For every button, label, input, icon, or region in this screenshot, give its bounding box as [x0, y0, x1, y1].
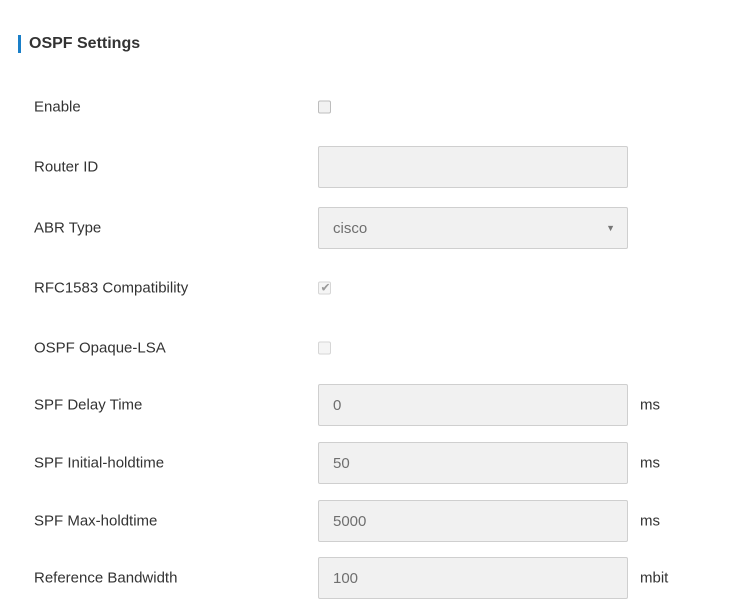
abr-type-row: ABR Type cisco ▼: [0, 207, 753, 249]
spf-delay-label: SPF Delay Time: [34, 396, 143, 414]
opaque-lsa-label: OSPF Opaque-LSA: [34, 339, 166, 357]
reference-bandwidth-row: Reference Bandwidth 100 mbit: [0, 557, 753, 599]
spf-max-holdtime-unit: ms: [640, 512, 660, 530]
check-icon: ✔: [320, 280, 331, 295]
spf-initial-holdtime-unit: ms: [640, 454, 660, 472]
chevron-down-icon: ▼: [606, 223, 615, 233]
opaque-lsa-row: OSPF Opaque-LSA: [0, 328, 753, 368]
spf-delay-unit: ms: [640, 396, 660, 414]
spf-max-holdtime-label: SPF Max-holdtime: [34, 512, 158, 530]
enable-checkbox[interactable]: [318, 100, 331, 114]
router-id-input[interactable]: [318, 146, 628, 188]
abr-type-selected-value: cisco: [333, 219, 368, 237]
rfc1583-row: RFC1583 Compatibility ✔: [0, 268, 753, 308]
router-id-row: Router ID: [0, 146, 753, 188]
abr-type-select[interactable]: cisco ▼: [318, 207, 628, 249]
spf-delay-row: SPF Delay Time 0 ms: [0, 384, 753, 426]
spf-initial-holdtime-label: SPF Initial-holdtime: [34, 454, 165, 472]
abr-type-label: ABR Type: [34, 219, 102, 237]
spf-initial-holdtime-input[interactable]: 50: [318, 442, 628, 484]
reference-bandwidth-label: Reference Bandwidth: [34, 569, 178, 587]
reference-bandwidth-input[interactable]: 100: [318, 557, 628, 599]
opaque-lsa-checkbox[interactable]: [318, 341, 331, 355]
enable-row: Enable: [0, 87, 753, 127]
spf-max-holdtime-row: SPF Max-holdtime 5000 ms: [0, 500, 753, 542]
section-accent-bar: [18, 35, 21, 53]
section-header: OSPF Settings: [18, 33, 140, 55]
spf-initial-holdtime-row: SPF Initial-holdtime 50 ms: [0, 442, 753, 484]
section-title: OSPF Settings: [29, 35, 141, 52]
router-id-label: Router ID: [34, 158, 99, 176]
spf-max-holdtime-input[interactable]: 5000: [318, 500, 628, 542]
spf-delay-input[interactable]: 0: [318, 384, 628, 426]
enable-label: Enable: [34, 98, 81, 116]
rfc1583-checkbox[interactable]: ✔: [318, 280, 331, 295]
reference-bandwidth-unit: mbit: [640, 569, 669, 587]
rfc1583-label: RFC1583 Compatibility: [34, 279, 189, 297]
